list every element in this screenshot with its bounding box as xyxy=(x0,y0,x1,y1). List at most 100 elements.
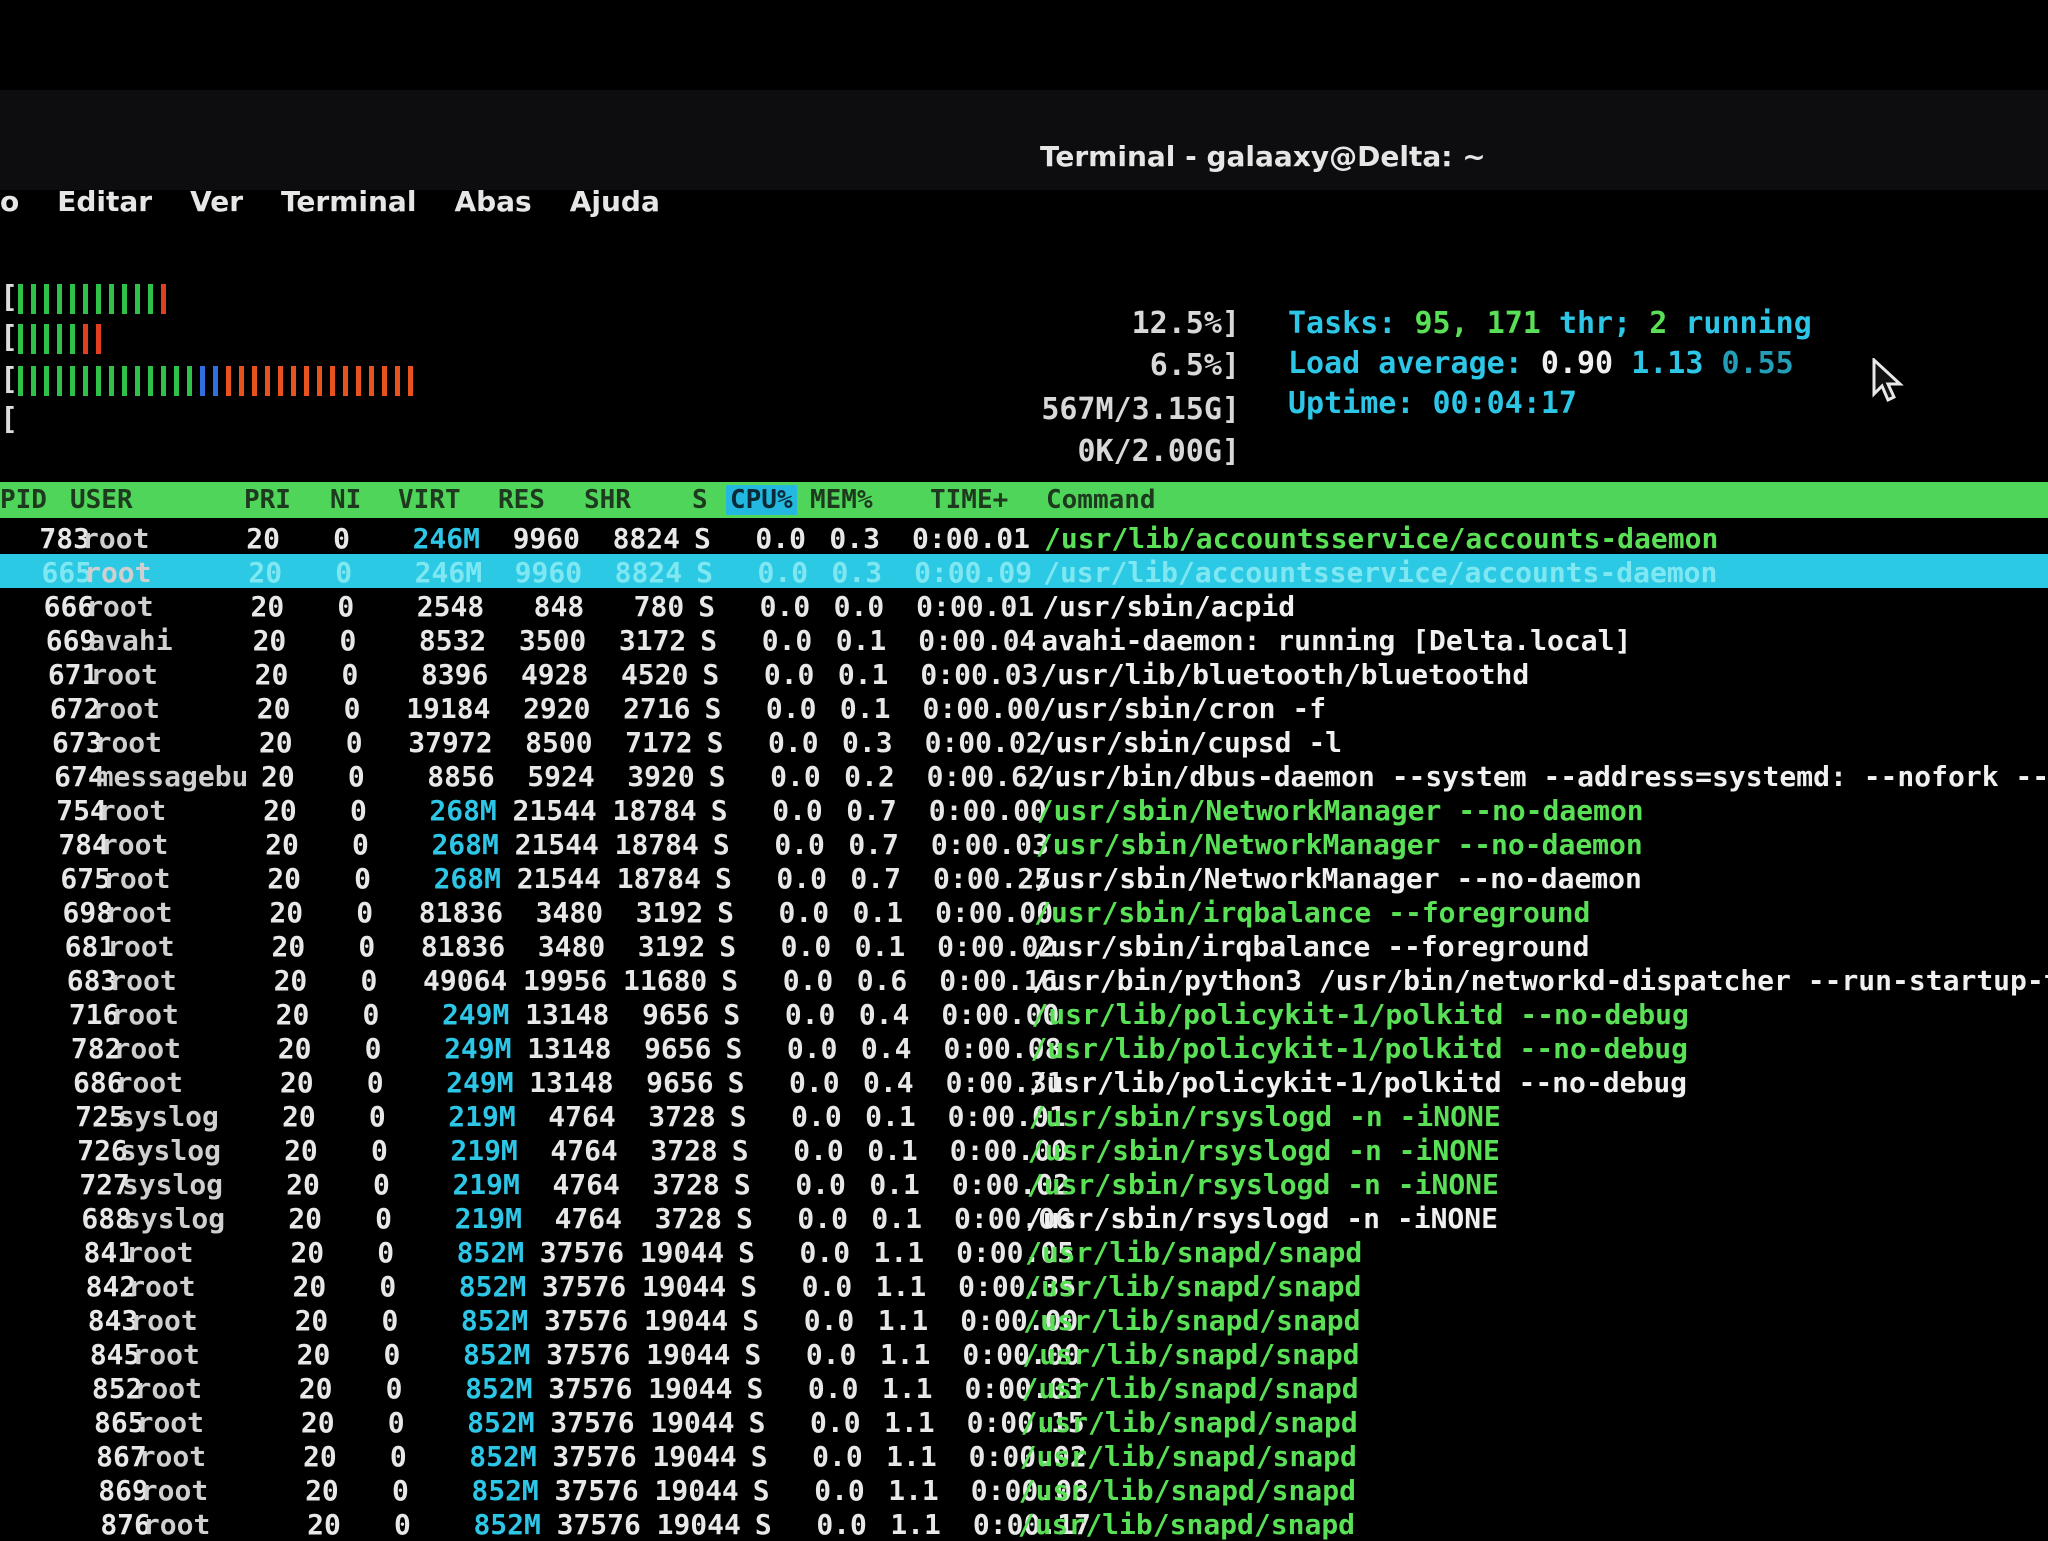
ni-cell: 0 xyxy=(341,658,359,691)
table-row[interactable]: 725 syslog 20 0 219M 4764 3728 S 0.0 0.1 0:00.01/u… xyxy=(0,1098,2048,1133)
pri-cell: 20 xyxy=(275,998,310,1031)
table-row[interactable]: 681 root 20 0 81836 3480 3192 S 0.0 0.1 0:00.02/us… xyxy=(0,928,2048,963)
mem-cell: 0.3 xyxy=(831,556,883,589)
column-header-shr[interactable]: SHR xyxy=(584,485,631,515)
table-row-selected[interactable]: 665 root 20 0 246M 9960 8824 S 0.0 0.3 0:00.09/usr… xyxy=(0,554,2048,589)
table-row[interactable]: 783 root 20 0 246M 9960 8824 S 0.0 0.3 0:00.01/usr… xyxy=(0,520,2048,555)
virt-cell: 8856 xyxy=(427,760,495,793)
user-cell: root xyxy=(94,726,163,759)
mem-cell: 1.1 xyxy=(879,1338,931,1371)
pri-cell: 20 xyxy=(281,1100,316,1133)
pri-cell: 20 xyxy=(300,1406,335,1439)
meter-value: 12.5%] xyxy=(1131,306,1240,341)
table-row[interactable]: 673 root 20 0 37972 8500 7172 S 0.0 0.3 0:00.02/us… xyxy=(0,724,2048,759)
mem-cell: 0.4 xyxy=(858,998,910,1031)
process-table-header[interactable]: PID USER PRI NI VIRT RES SHR S CPU% MEM% TIME+ Comm… xyxy=(0,482,2048,518)
column-header-pri[interactable]: PRI xyxy=(244,485,291,515)
state-cell: S xyxy=(712,828,730,861)
pri-cell: 20 xyxy=(273,964,308,997)
virt-cell: 852M xyxy=(456,1236,525,1269)
column-header-command[interactable]: Command xyxy=(1046,485,1156,515)
mem-cell: 0.1 xyxy=(854,930,906,963)
table-row[interactable]: 782 root 20 0 249M 13148 9656 S 0.0 0.4 0:00.08/us… xyxy=(0,1030,2048,1065)
cpu-cell: 0.0 xyxy=(759,590,811,623)
column-header-res[interactable]: RES xyxy=(498,485,545,515)
table-row[interactable]: 867 root 20 0 852M 37576 19044 S 0.0 1.1 0:00.02/u… xyxy=(0,1438,2048,1473)
column-header-user[interactable]: USER xyxy=(70,485,133,515)
table-row[interactable]: 683 root 20 0 49064 19956 11680 S 0.0 0.6 0:00.16/… xyxy=(0,962,2048,997)
table-row[interactable]: 675 root 20 0 268M 21544 18784 S 0.0 0.7 0:00.25/u… xyxy=(0,860,2048,895)
table-row[interactable]: 686 root 20 0 249M 13148 9656 S 0.0 0.4 0:00.31/us… xyxy=(0,1064,2048,1099)
user-cell: syslog xyxy=(124,1202,226,1235)
table-row[interactable]: 869 root 20 0 852M 37576 19044 S 0.0 1.1 0:00.08/u… xyxy=(0,1472,2048,1507)
meter-tick xyxy=(304,365,310,396)
table-row[interactable]: 674 messagebu 20 0 8856 5924 3920 S 0.0 0.2 0:00.6… xyxy=(0,758,2048,793)
meter-tick xyxy=(395,365,401,396)
table-row[interactable]: 716 root 20 0 249M 13148 9656 S 0.0 0.4 0:00.00/us… xyxy=(0,996,2048,1031)
menu-tabs[interactable]: Abas xyxy=(454,185,531,245)
cpu-cell: 0.0 xyxy=(757,556,809,589)
menu-help[interactable]: Ajuda xyxy=(570,185,660,245)
column-header-time[interactable]: TIME+ xyxy=(930,485,1008,515)
table-row[interactable]: 671 root 20 0 8396 4928 4520 S 0.0 0.1 0:00.03/usr… xyxy=(0,656,2048,691)
menu-file[interactable]: o xyxy=(0,185,19,245)
pri-cell: 20 xyxy=(260,760,295,793)
state-cell: S xyxy=(723,998,741,1031)
pri-cell: 20 xyxy=(246,522,280,555)
meter-tick xyxy=(96,323,102,354)
command-cell: /usr/sbin/rsyslogd -n -iNONE xyxy=(1028,1100,1501,1133)
virt-cell: 81836 xyxy=(420,930,506,963)
table-row[interactable]: 843 root 20 0 852M 37576 19044 S 0.0 1.1 0:00.00/u… xyxy=(0,1302,2048,1337)
state-cell: S xyxy=(733,1168,751,1201)
menu-edit[interactable]: Editar xyxy=(57,185,152,245)
column-header-ni[interactable]: NI xyxy=(330,485,361,515)
table-row[interactable]: 726 syslog 20 0 219M 4764 3728 S 0.0 0.1 0:00.00/u… xyxy=(0,1132,2048,1167)
virt-cell: 8396 xyxy=(420,658,489,691)
table-row[interactable]: 754 root 20 0 268M 21544 18784 S 0.0 0.7 0:00.00/u… xyxy=(0,792,2048,827)
table-row[interactable]: 666 root 20 0 2548 848 780 S 0.0 0.0 0:00.01/usr/s… xyxy=(0,588,2048,623)
state-cell: S xyxy=(700,624,718,657)
meter-tick xyxy=(18,365,24,396)
time-cell: 0:00.04 xyxy=(918,624,1037,657)
mem-cell: 1.1 xyxy=(884,1406,935,1439)
table-row[interactable]: 852 root 20 0 852M 37576 19044 S 0.0 1.1 0:00.03/u… xyxy=(0,1370,2048,1405)
mem-cell: 0.1 xyxy=(865,1100,916,1133)
command-cell: /usr/lib/snapd/snapd xyxy=(1019,1440,1357,1473)
cpu-cell: 0.0 xyxy=(774,828,825,861)
time-cell: 0:00.00 xyxy=(922,692,1041,725)
table-row[interactable]: 845 root 20 0 852M 37576 19044 S 0.0 1.1 0:00.00/u… xyxy=(0,1336,2048,1371)
table-row[interactable]: 688 syslog 20 0 219M 4764 3728 S 0.0 0.1 0:00.06/u… xyxy=(0,1200,2048,1235)
menu-terminal[interactable]: Terminal xyxy=(281,185,416,245)
table-row[interactable]: 698 root 20 0 81836 3480 3192 S 0.0 0.1 0:00.00/us… xyxy=(0,894,2048,929)
column-header-cpu[interactable]: CPU% xyxy=(726,485,797,515)
user-cell: syslog xyxy=(119,1134,221,1167)
command-cell: /usr/bin/dbus-daemon --system --address=… xyxy=(1037,760,2048,793)
meter-tick xyxy=(330,365,336,396)
user-cell: root xyxy=(130,1304,198,1337)
column-header-pid[interactable]: PID xyxy=(0,485,47,515)
pid-cell: 726 xyxy=(77,1134,128,1167)
table-row[interactable]: 784 root 20 0 268M 21544 18784 S 0.0 0.7 0:00.03/u… xyxy=(0,826,2048,861)
table-row[interactable]: 672 root 20 0 19184 2920 2716 S 0.0 0.1 0:00.00/us… xyxy=(0,690,2048,725)
table-row[interactable]: 842 root 20 0 852M 37576 19044 S 0.0 1.1 0:00.35/u… xyxy=(0,1268,2048,1303)
command-cell: /usr/sbin/acpid xyxy=(1042,590,1296,623)
load-average: Load average: 0.90 1.13 0.55 xyxy=(1288,346,1794,381)
meter-tick xyxy=(291,365,297,396)
ni-cell: 0 xyxy=(360,964,378,997)
table-row[interactable]: 865 root 20 0 852M 37576 19044 S 0.0 1.1 0:00.15/u… xyxy=(0,1404,2048,1439)
shr-cell: 19044 xyxy=(650,1406,735,1439)
column-header-s[interactable]: S xyxy=(692,485,708,515)
meter-tick xyxy=(18,323,24,354)
table-row[interactable]: 841 root 20 0 852M 37576 19044 S 0.0 1.1 0:00.05/u… xyxy=(0,1234,2048,1269)
table-row[interactable]: 876 root 20 0 852M 37576 19044 S 0.0 1.1 0:00.17/u… xyxy=(0,1506,2048,1541)
menu-view[interactable]: Ver xyxy=(190,185,243,245)
user-cell: root xyxy=(107,930,175,963)
column-header-virt[interactable]: VIRT xyxy=(398,485,461,515)
table-row[interactable]: 727 syslog 20 0 219M 4764 3728 S 0.0 0.1 0:00.02/u… xyxy=(0,1166,2048,1201)
table-row[interactable]: 669 avahi 20 0 8532 3500 3172 S 0.0 0.1 0:00.04 ava… xyxy=(0,622,2048,657)
mem-cell: 0.4 xyxy=(860,1032,912,1065)
column-header-mem[interactable]: MEM% xyxy=(810,485,873,515)
pri-cell: 20 xyxy=(298,1372,333,1405)
uptime: Uptime: 00:04:17 xyxy=(1288,386,1577,421)
pid-cell: 783 xyxy=(39,522,90,555)
